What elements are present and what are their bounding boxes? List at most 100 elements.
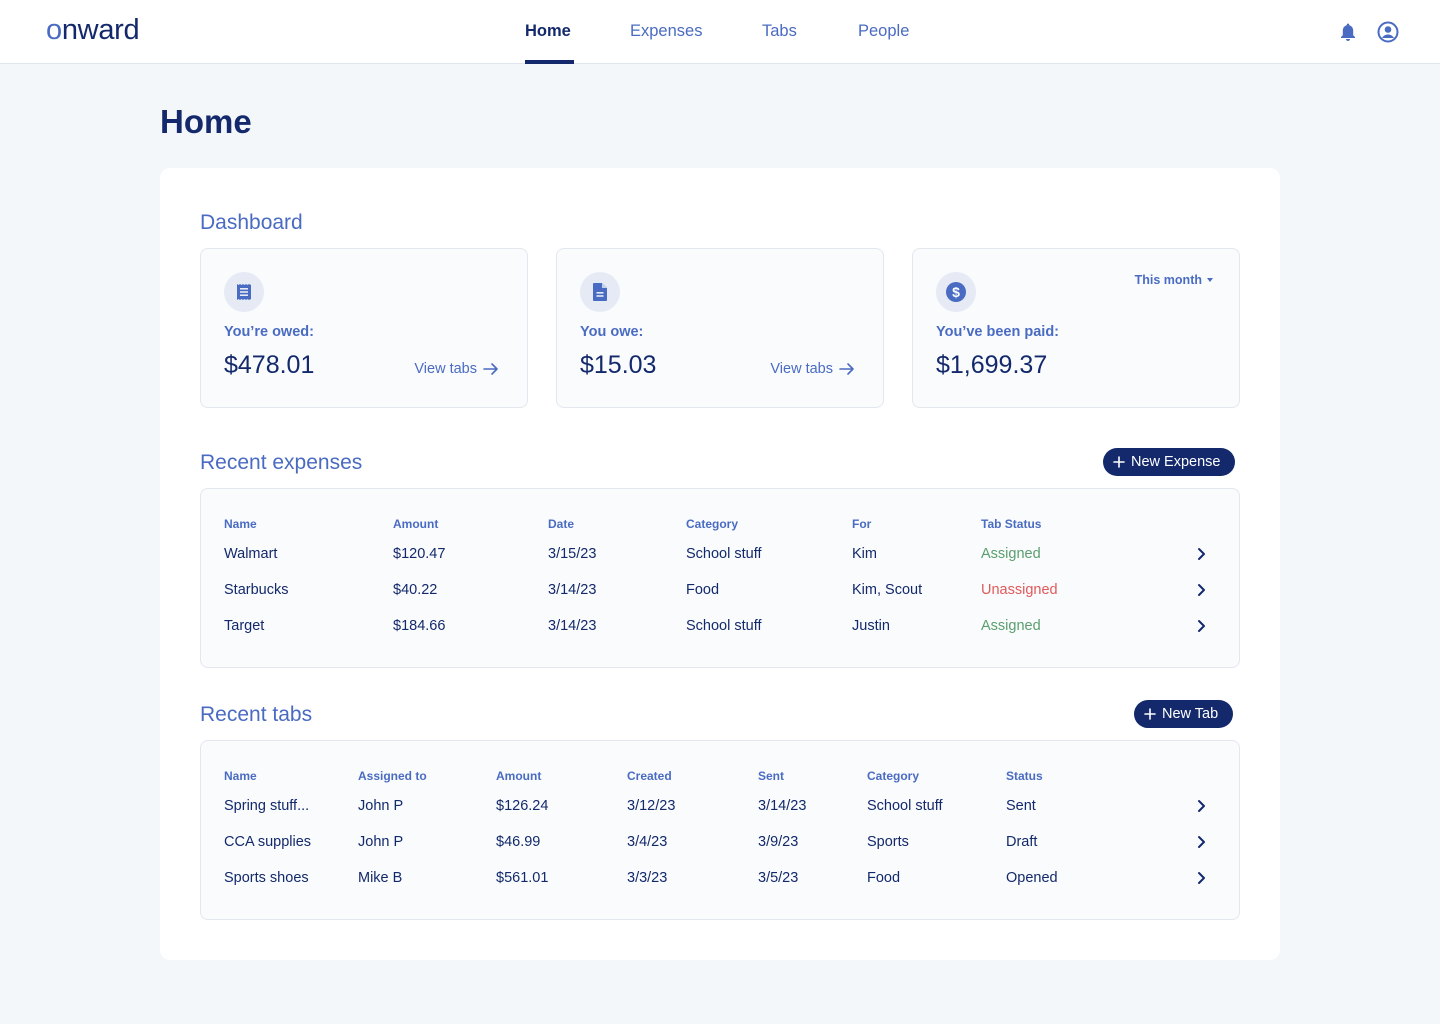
owed-label: You’re owed: [224, 324, 314, 340]
main-content-card: Dashboard You’re owed: $478.01 View tabs… [160, 168, 1280, 960]
tab-row[interactable]: Spring stuff... John P $126.24 3/12/23 3… [201, 796, 1239, 832]
tab-status: Sent [1006, 798, 1036, 814]
page-title: Home [160, 103, 252, 140]
plus-icon [1113, 456, 1125, 468]
tabs-table: Name Assigned to Amount Created Sent Cat… [200, 740, 1240, 920]
tab-name: Sports shoes [224, 870, 309, 886]
tab-category: Sports [867, 834, 909, 850]
expense-name: Starbucks [224, 582, 289, 598]
tab-amount: $561.01 [496, 870, 549, 886]
new-tab-label: New Tab [1162, 706, 1219, 722]
nav-tab-people[interactable]: People [858, 22, 909, 41]
col-header-name: Name [224, 517, 257, 531]
col-header-created: Created [627, 769, 672, 783]
expense-name: Target [224, 618, 265, 634]
expense-row[interactable]: Starbucks $40.22 3/14/23 Food Kim, Scout… [201, 580, 1239, 616]
active-tab-indicator [525, 60, 574, 64]
chevron-right-icon[interactable] [1193, 798, 1209, 814]
tab-assigned-to: John P [358, 798, 404, 814]
tab-category: School stuff [867, 798, 943, 814]
tab-row[interactable]: Sports shoes Mike B $561.01 3/3/23 3/5/2… [201, 868, 1239, 904]
nav-tab-home[interactable]: Home [525, 22, 571, 41]
view-tabs-label: View tabs [414, 361, 477, 377]
col-header-category: Category [686, 517, 739, 531]
top-navbar: onward Home Expenses Tabs People [0, 0, 1440, 64]
view-tabs-link-owe[interactable]: View tabs [770, 361, 855, 377]
tab-amount: $46.99 [496, 834, 541, 850]
stat-card-paid: $ This month You’ve been paid: $1,699.37 [912, 248, 1240, 408]
col-header-name: Name [224, 769, 257, 783]
chevron-right-icon[interactable] [1193, 546, 1209, 562]
expense-date: 3/14/23 [548, 582, 597, 598]
expense-amount: $184.66 [393, 618, 446, 634]
caret-down-icon [1207, 278, 1213, 282]
expense-for: Kim, Scout [852, 582, 923, 598]
tab-row[interactable]: CCA supplies John P $46.99 3/4/23 3/9/23… [201, 832, 1239, 868]
tab-created: 3/3/23 [627, 870, 668, 886]
owed-value: $478.01 [224, 351, 315, 379]
new-expense-label: New Expense [1131, 454, 1221, 470]
stat-card-owe: You owe: $15.03 View tabs [556, 248, 884, 408]
paid-label: You’ve been paid: [936, 324, 1060, 340]
expense-date: 3/15/23 [548, 546, 597, 562]
dollar-circle-icon: $ [936, 272, 976, 312]
view-tabs-link-owed[interactable]: View tabs [414, 361, 499, 377]
col-header-sent: Sent [758, 769, 785, 783]
expense-category: School stuff [686, 546, 762, 562]
expense-tab-status: Assigned [981, 618, 1041, 634]
col-header-tab-status: Tab Status [981, 517, 1042, 531]
tab-name: Spring stuff... [224, 798, 310, 814]
chevron-right-icon[interactable] [1193, 618, 1209, 634]
tab-created: 3/4/23 [627, 834, 668, 850]
owe-value: $15.03 [580, 351, 657, 379]
expense-amount: $40.22 [393, 582, 438, 598]
new-tab-button[interactable]: New Tab [1134, 700, 1234, 728]
expenses-table: Name Amount Date Category For Tab Status… [200, 488, 1240, 668]
expense-amount: $120.47 [393, 546, 446, 562]
tab-amount: $126.24 [496, 798, 549, 814]
dashboard-title: Dashboard [200, 211, 303, 234]
col-header-amount: Amount [496, 769, 542, 783]
nav-tab-expenses[interactable]: Expenses [630, 22, 702, 41]
svg-text:$: $ [952, 284, 960, 300]
plus-icon [1144, 708, 1156, 720]
nav-tab-tabs[interactable]: Tabs [762, 22, 797, 41]
tab-category: Food [867, 870, 901, 886]
new-expense-button[interactable]: New Expense [1103, 448, 1236, 476]
receipt-icon [224, 272, 264, 312]
stat-card-owed: You’re owed: $478.01 View tabs [200, 248, 528, 408]
col-header-assigned-to: Assigned to [358, 769, 427, 783]
arrow-right-icon [483, 363, 498, 375]
col-header-category: Category [867, 769, 920, 783]
chevron-right-icon[interactable] [1193, 582, 1209, 598]
tab-name: CCA supplies [224, 834, 312, 850]
owe-label: You owe: [580, 324, 644, 340]
view-tabs-label: View tabs [770, 361, 833, 377]
chevron-right-icon[interactable] [1193, 870, 1209, 886]
col-header-status: Status [1006, 769, 1043, 783]
tab-assigned-to: Mike B [358, 870, 403, 886]
expense-row[interactable]: Target $184.66 3/14/23 School stuff Just… [201, 616, 1239, 652]
account-button[interactable] [1376, 20, 1400, 44]
arrow-right-icon [839, 363, 854, 375]
paid-value: $1,699.37 [936, 351, 1048, 379]
expense-category: School stuff [686, 618, 762, 634]
notifications-button[interactable] [1336, 20, 1360, 44]
period-dropdown[interactable]: This month [1135, 273, 1213, 287]
recent-tabs-title: Recent tabs [200, 703, 313, 726]
expense-name: Walmart [224, 546, 278, 562]
col-header-date: Date [548, 517, 575, 531]
chevron-right-icon[interactable] [1193, 834, 1209, 850]
col-header-amount: Amount [393, 517, 439, 531]
bell-icon [1341, 23, 1355, 41]
user-circle-icon [1377, 21, 1399, 43]
col-header-for: For [852, 517, 872, 531]
expense-tab-status: Assigned [981, 546, 1041, 562]
expense-row[interactable]: Walmart $120.47 3/15/23 School stuff Kim… [201, 544, 1239, 580]
tab-assigned-to: John P [358, 834, 404, 850]
period-label: This month [1134, 273, 1202, 287]
tab-status: Opened [1006, 870, 1058, 886]
recent-expenses-title: Recent expenses [200, 451, 363, 474]
expense-for: Justin [852, 618, 890, 634]
document-icon [580, 272, 620, 312]
